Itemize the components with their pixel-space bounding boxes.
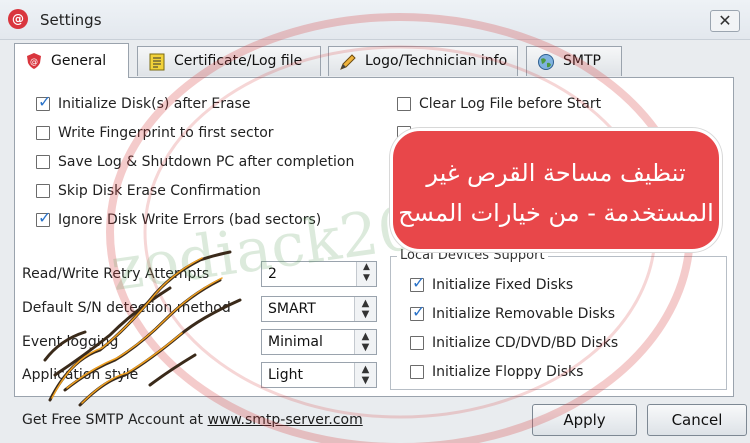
app-shield-icon: @ [8,9,28,29]
option-write-fingerprint[interactable]: Write Fingerprint to first sector [36,123,376,143]
check-icon: ✓ [412,273,426,292]
shield-icon: @ [27,53,41,69]
event-logging-label: Event logging [22,334,119,350]
footer-prefix: Get Free SMTP Account at [22,412,208,428]
chevron-down-icon[interactable]: ▼ [357,273,376,284]
close-button[interactable]: ✕ [710,10,740,32]
tab-smtp[interactable]: SMTP [526,46,622,76]
option-removable-disks[interactable]: ✓ Initialize Removable Disks [410,302,720,324]
footer-smtp-text: Get Free SMTP Account at www.smtp-server… [22,412,363,428]
chevron-up-icon[interactable]: ▲ [357,262,376,273]
sn-method-value: SMART [268,301,316,317]
tab-logo-technician-label: Logo/Technician info [365,53,508,69]
banner-line-1: تنظيف مساحة القرص غير [426,159,686,187]
check-icon: ✓ [38,92,52,111]
updown-arrow-icon: ▲ ▼ [354,297,376,321]
checkbox[interactable] [36,126,50,140]
spinner-buttons[interactable]: ▲ ▼ [356,262,376,286]
tab-general-label: General [51,53,107,69]
annotation-banner: تنظيف مساحة القرص غير المستخدمة - من خيا… [390,128,722,252]
tab-logo-technician[interactable]: Logo/Technician info [328,46,518,76]
tab-general[interactable]: @ General [14,43,129,78]
tab-certificate-log[interactable]: Certificate/Log file [137,46,321,76]
smtp-server-link[interactable]: www.smtp-server.com [207,412,362,428]
banner-line-2: المستخدمة - من خيارات المسح [398,199,714,227]
apply-button[interactable]: Apply [532,404,637,436]
event-logging-value: Minimal [268,334,323,350]
sn-method-select[interactable]: SMART ▲ ▼ [261,296,377,322]
retry-attempts-label: Read/Write Retry Attempts [22,266,210,282]
option-save-log-shutdown[interactable]: Save Log & Shutdown PC after completion [36,152,376,172]
retry-attempts-spinner[interactable]: 2 ▲ ▼ [261,261,377,287]
sn-method-label: Default S/N detection method [22,300,231,316]
globe-icon [538,54,554,70]
check-icon: ✓ [38,208,52,227]
app-style-value: Light [268,367,303,383]
app-style-select[interactable]: Light ▲ ▼ [261,362,377,388]
option-clear-log[interactable]: Clear Log File before Start [397,94,717,114]
banner-text: تنظيف مساحة القرص غير المستخدمة - من خيا… [393,153,719,233]
retry-attempts-value: 2 [268,266,277,282]
option-fixed-disks[interactable]: ✓ Initialize Fixed Disks [410,273,720,295]
cancel-button[interactable]: Cancel [647,404,747,436]
svg-text:@: @ [30,57,38,66]
check-icon: ✓ [412,302,426,321]
checkbox[interactable] [397,97,411,111]
checkbox[interactable]: ✓ [36,92,51,111]
checkbox[interactable]: ✓ [36,208,51,227]
window-title: Settings [40,11,102,29]
checkbox[interactable]: ✓ [410,273,425,292]
tab-smtp-label: SMTP [563,53,601,69]
document-icon [149,53,165,71]
app-style-label: Application style [22,367,139,383]
checkbox[interactable] [36,155,50,169]
option-initialize-disks[interactable]: ✓ Initialize Disk(s) after Erase [36,92,376,114]
checkbox[interactable] [410,365,424,379]
title-bar: @ Settings ✕ [0,0,750,40]
option-ignore-write-errors[interactable]: ✓ Ignore Disk Write Errors (bad sectors) [36,208,376,230]
pencil-icon [340,54,356,70]
checkbox[interactable] [36,184,50,198]
tab-certificate-log-label: Certificate/Log file [174,53,303,69]
option-cd-dvd-disks[interactable]: Initialize CD/DVD/BD Disks [410,333,720,353]
option-floppy-disks[interactable]: Initialize Floppy Disks [410,362,720,382]
checkbox[interactable] [410,336,424,350]
event-logging-select[interactable]: Minimal ▲ ▼ [261,329,377,355]
updown-arrow-icon: ▲ ▼ [354,330,376,354]
option-skip-confirmation[interactable]: Skip Disk Erase Confirmation [36,181,376,201]
updown-arrow-icon: ▲ ▼ [354,363,376,387]
checkbox[interactable]: ✓ [410,302,425,321]
